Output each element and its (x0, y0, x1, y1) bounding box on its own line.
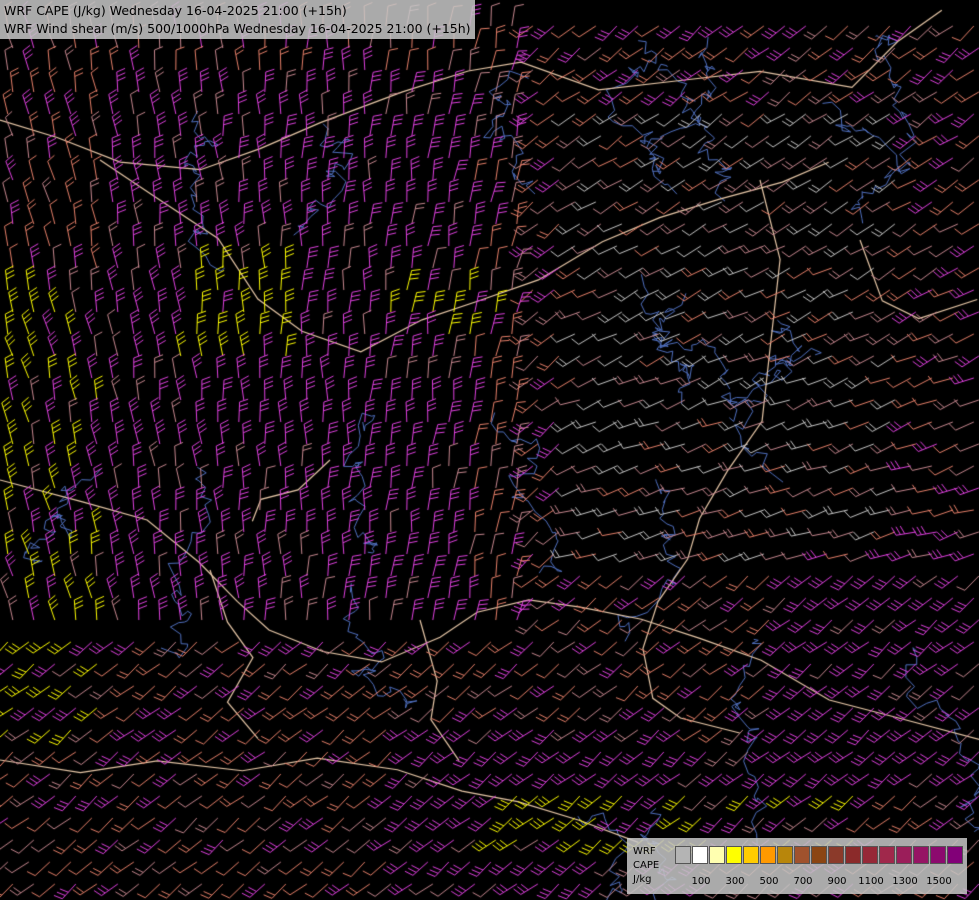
legend-swatch (777, 846, 793, 864)
legend-swatch (896, 846, 912, 864)
legend-tick: 1500 (926, 876, 952, 887)
legend-swatch (879, 846, 895, 864)
legend-label-variable: CAPE (633, 860, 660, 871)
legend-swatch (726, 846, 742, 864)
legend-swatch (709, 846, 725, 864)
title-cape: WRF CAPE (J/kg) Wednesday 16-04-2025 21:… (4, 3, 347, 18)
legend-swatch (913, 846, 929, 864)
legend-tick: 300 (725, 876, 745, 887)
legend-tick: 700 (793, 876, 813, 887)
legend-swatch (845, 846, 861, 864)
cape-legend: WRF CAPE J/kg 100 300 500 700 900 1100 1300 150… (627, 838, 967, 894)
legend-swatch (947, 846, 963, 864)
legend-tick: 500 (759, 876, 779, 887)
legend-swatch (692, 846, 708, 864)
legend-swatch (794, 846, 810, 864)
legend-tick-labels: 100 300 500 700 900 1100 1300 1500 (675, 876, 965, 890)
legend-tick: 900 (827, 876, 847, 887)
map-title: WRF CAPE (J/kg) Wednesday 16-04-2025 21:… (0, 0, 475, 39)
legend-swatch (862, 846, 878, 864)
legend-tick: 1300 (892, 876, 918, 887)
legend-swatch (760, 846, 776, 864)
legend-label-model: WRF (633, 846, 656, 857)
legend-color-scale (675, 846, 964, 864)
legend-swatch (811, 846, 827, 864)
legend-tick: 100 (691, 876, 711, 887)
legend-swatch (743, 846, 759, 864)
legend-label-unit: J/kg (633, 874, 652, 885)
wind-shear-map (0, 0, 979, 900)
title-wind-shear: WRF Wind shear (m/s) 500/1000hPa Wednesd… (4, 21, 471, 36)
legend-swatch (828, 846, 844, 864)
legend-swatch (675, 846, 691, 864)
legend-swatch (930, 846, 946, 864)
legend-tick: 1100 (858, 876, 884, 887)
